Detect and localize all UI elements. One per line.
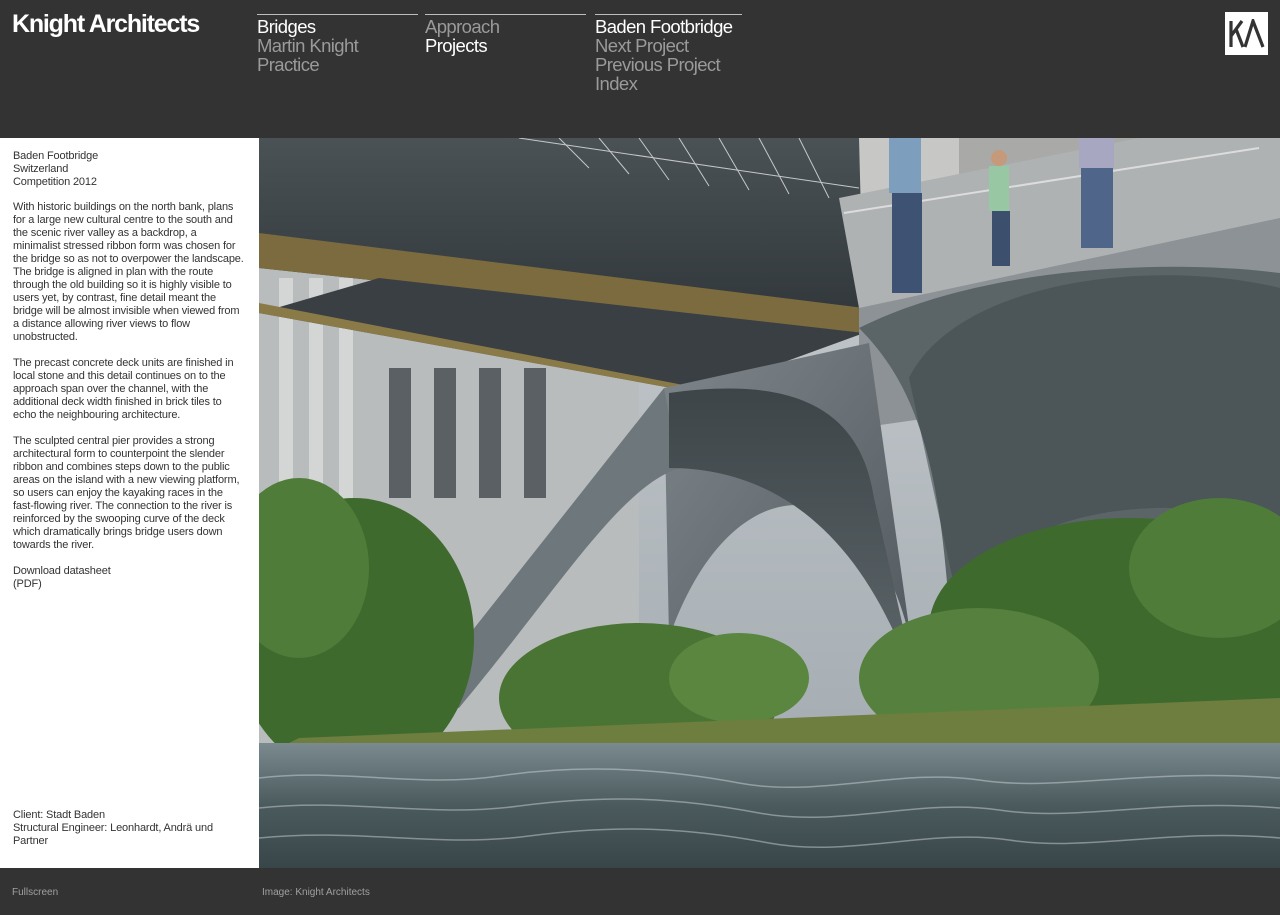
nav-item-projects[interactable]: Projects (425, 36, 586, 55)
engineer-credit: Structural Engineer: Leonhardt, Andrä un… (13, 822, 213, 847)
nav-column-project: Baden Footbridge Next Project Previous P… (595, 14, 742, 93)
fullscreen-link[interactable]: Fullscreen (12, 887, 58, 898)
description-paragraph: The sculpted central pier provides a str… (13, 435, 240, 551)
nav-item-approach[interactable]: Approach (425, 17, 586, 36)
nav-item-practice[interactable]: Practice (257, 55, 418, 74)
client-credit: Client: Stadt Baden (13, 809, 105, 821)
download-format[interactable]: (PDF) (13, 578, 42, 590)
site-footer: Fullscreen Image: Knight Architects (0, 868, 1280, 915)
site-title-link[interactable]: Knight Architects (12, 10, 200, 39)
nav-item-previous-project[interactable]: Previous Project (595, 55, 742, 74)
nav-item-next-project[interactable]: Next Project (595, 36, 742, 55)
site-header: Knight Architects Bridges Martin Knight … (0, 0, 1280, 138)
project-status: Competition 2012 (13, 176, 97, 188)
project-hero-image (259, 138, 1280, 868)
nav-item-bridges[interactable]: Bridges (257, 17, 418, 36)
nav-item-martin-knight[interactable]: Martin Knight (257, 36, 418, 55)
description-paragraph: The precast concrete deck units are fini… (13, 357, 234, 421)
project-meta: Baden Footbridge Switzerland Competition… (13, 150, 246, 189)
nav-item-baden-footbridge[interactable]: Baden Footbridge (595, 17, 742, 36)
ka-logo-icon[interactable] (1225, 12, 1268, 55)
download-label[interactable]: Download datasheet (13, 565, 111, 577)
nav-column-main: Bridges Martin Knight Practice (257, 14, 418, 74)
nav-column-section: Approach Projects (425, 14, 586, 55)
project-info-panel: Baden Footbridge Switzerland Competition… (0, 138, 259, 868)
download-datasheet-link[interactable]: Download datasheet (PDF) (13, 565, 246, 591)
description-paragraph: With historic buildings on the north ban… (13, 201, 244, 343)
project-credits: Client: Stadt Baden Structural Engineer:… (13, 809, 248, 848)
project-name: Baden Footbridge (13, 150, 99, 162)
project-location: Switzerland (13, 163, 69, 175)
image-caption: Image: Knight Architects (262, 887, 370, 898)
nav-item-index[interactable]: Index (595, 74, 742, 93)
bridge-render-illustration (259, 138, 1280, 868)
